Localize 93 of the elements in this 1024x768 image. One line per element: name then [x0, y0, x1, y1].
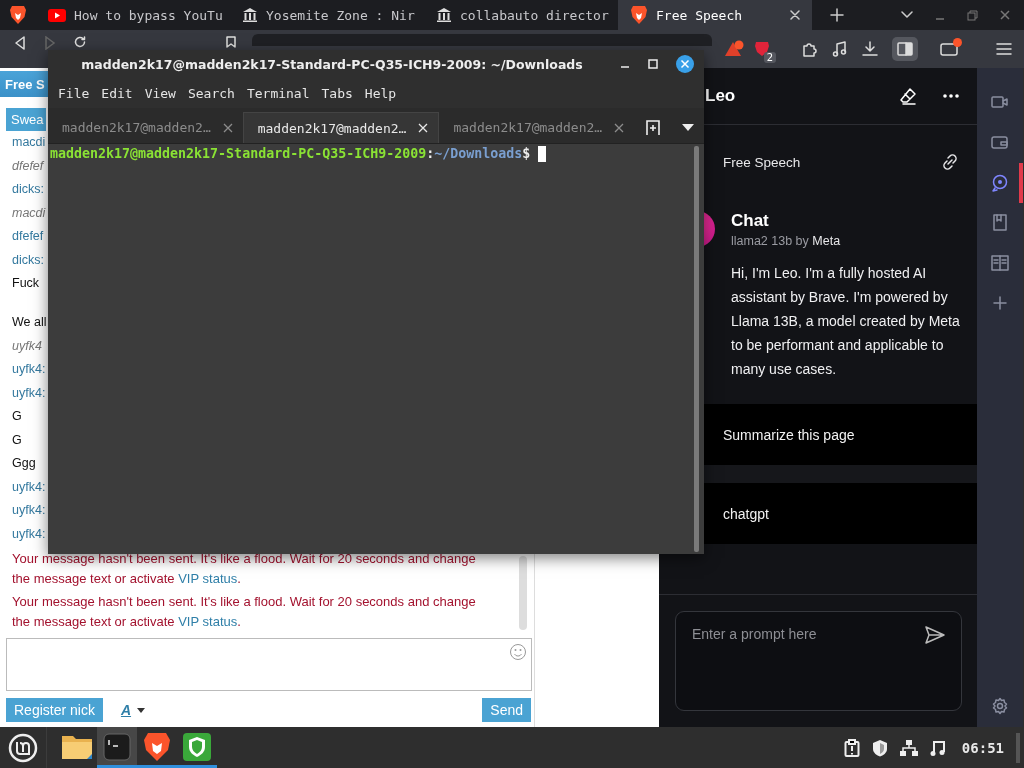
nick-link[interactable]: dfefef: [12, 225, 44, 249]
wallet-icon[interactable]: [991, 134, 1009, 152]
nick-link[interactable]: dicks:: [12, 178, 44, 202]
suggestion-card[interactable]: Summarize this page: [704, 404, 977, 465]
swear-button[interactable]: Swea: [6, 108, 46, 131]
eraser-icon[interactable]: [899, 87, 917, 105]
send-button[interactable]: Send: [482, 698, 531, 722]
puzzle-icon[interactable]: [802, 41, 818, 57]
lion-icon: [143, 732, 171, 762]
caret-icon[interactable]: [137, 707, 146, 713]
folder-icon: [61, 733, 93, 761]
download-icon[interactable]: [862, 41, 878, 57]
register-nick-button[interactable]: Register nick: [6, 698, 103, 722]
suggestion-card[interactable]: chatgpt: [704, 483, 977, 544]
nick-link[interactable]: uyfk4:: [12, 475, 46, 499]
browser-tab[interactable]: Yosemite Zone : Nir: [230, 0, 424, 30]
start-menu-icon[interactable]: [8, 732, 38, 763]
system-message: dfefef: [12, 157, 44, 175]
chat-message: G: [12, 431, 22, 449]
chevron-down-icon[interactable]: [901, 11, 913, 19]
dropdown-arrow-icon[interactable]: [682, 124, 695, 131]
sidebar-toggle-button[interactable]: [892, 37, 918, 61]
window-title: madden2k17@madden2k17-Standard-PC-Q35-ICH9-2009: ~/Downloads: [80, 56, 584, 72]
unlink-icon[interactable]: [941, 153, 959, 171]
reading-list-icon[interactable]: [991, 254, 1009, 272]
model-maker: Meta: [812, 234, 841, 248]
lion-icon: [630, 5, 648, 25]
nick-link[interactable]: uyfk4:: [12, 358, 46, 382]
nick-link[interactable]: uyfk4:: [12, 381, 46, 405]
plus-icon[interactable]: [830, 8, 844, 22]
close-icon[interactable]: [676, 55, 694, 73]
nick-link[interactable]: macdi: [12, 131, 46, 155]
chat-message: We all: [12, 314, 47, 331]
terminal-icon: [103, 733, 131, 761]
greeting-message: Hi, I'm Leo. I'm a fully hosted AI assistant by Brave. I'm powered by Llama 13B, a model created by Meta to be performant and applicable to many use cases.: [731, 264, 961, 379]
bookmark-icon[interactable]: [991, 214, 1009, 232]
clipboard-icon[interactable]: [843, 738, 860, 757]
browser-tab[interactable]: collabauto director: [424, 0, 618, 30]
triangle-icon[interactable]: [724, 40, 744, 58]
chat-message: Fuck: [12, 275, 40, 292]
scrollbar[interactable]: [694, 146, 699, 552]
terminal-tab[interactable]: madden2k17@madden2…: [48, 112, 243, 143]
nick-link[interactable]: dicks:: [12, 248, 44, 272]
shield-icon: [183, 733, 211, 761]
notification-dot: [953, 38, 962, 47]
system-message: macdi: [12, 204, 46, 222]
terminal-tab[interactable]: madden2k17@madden2…: [242, 112, 440, 143]
more-icon[interactable]: [943, 94, 959, 98]
music-note-icon[interactable]: [929, 739, 946, 756]
nick-link[interactable]: uyfk4:: [12, 499, 46, 523]
wallet-icon[interactable]: [940, 42, 958, 56]
message-input[interactable]: [6, 638, 532, 691]
network-icon[interactable]: [899, 739, 918, 756]
error-message: Your message hasn't been sent. It's like a flood. Wait for 20 seconds and change the message text or activate VIP status.: [12, 593, 477, 631]
text-cursor: [538, 146, 547, 162]
shield-icon[interactable]: [871, 738, 888, 757]
music-note-icon[interactable]: [832, 41, 848, 57]
notification-badge: 2: [763, 52, 776, 63]
chat-title: Chat: [731, 210, 770, 232]
back-icon[interactable]: [14, 36, 26, 50]
panel-title: Leo: [705, 86, 737, 106]
maximize-icon[interactable]: [648, 59, 658, 69]
command-prompt: madden2k17@madden2k17-Standard-PC-Q35-ICH9-2009:~/Downloads$: [48, 145, 694, 163]
terminal-tab[interactable]: madden2k17@madden2…: [439, 112, 635, 143]
address-field[interactable]: [252, 34, 712, 46]
menu-icon[interactable]: [996, 42, 1012, 56]
close-icon[interactable]: [790, 10, 800, 20]
chat-message: G: [12, 408, 22, 425]
sidebar-icon: [897, 42, 913, 56]
reload-icon[interactable]: [74, 36, 86, 48]
send-icon[interactable]: [925, 626, 945, 644]
chat-bubble-icon[interactable]: [991, 174, 1009, 192]
plus-icon[interactable]: [991, 294, 1009, 312]
chat-message: Ggg: [12, 455, 36, 472]
video-play-icon: [48, 8, 66, 22]
bank-icon: [436, 7, 452, 23]
system-message: uyfk4: [12, 337, 42, 355]
page-title: Free Speech: [723, 154, 802, 170]
bank-icon: [242, 7, 258, 23]
clock[interactable]: 06:51: [961, 739, 1004, 756]
nick-link[interactable]: uyfk4:: [12, 522, 46, 546]
lion-icon: [9, 5, 27, 25]
browser-tab[interactable]: Free Speech: [618, 0, 812, 30]
forward-icon: [44, 36, 56, 50]
settings-icon[interactable]: [991, 697, 1009, 715]
prompt-field[interactable]: Enter a prompt here: [675, 611, 962, 711]
browser-tab[interactable]: How to bypass YouTu: [36, 0, 230, 30]
smiley-icon[interactable]: [509, 643, 527, 661]
bookmark-icon[interactable]: [226, 36, 236, 48]
scrollbar-thumb[interactable]: [519, 556, 527, 630]
font-style-button[interactable]: A: [120, 702, 132, 718]
model-label: llama2 13b by: [731, 234, 809, 248]
restore-icon[interactable]: [967, 9, 978, 21]
